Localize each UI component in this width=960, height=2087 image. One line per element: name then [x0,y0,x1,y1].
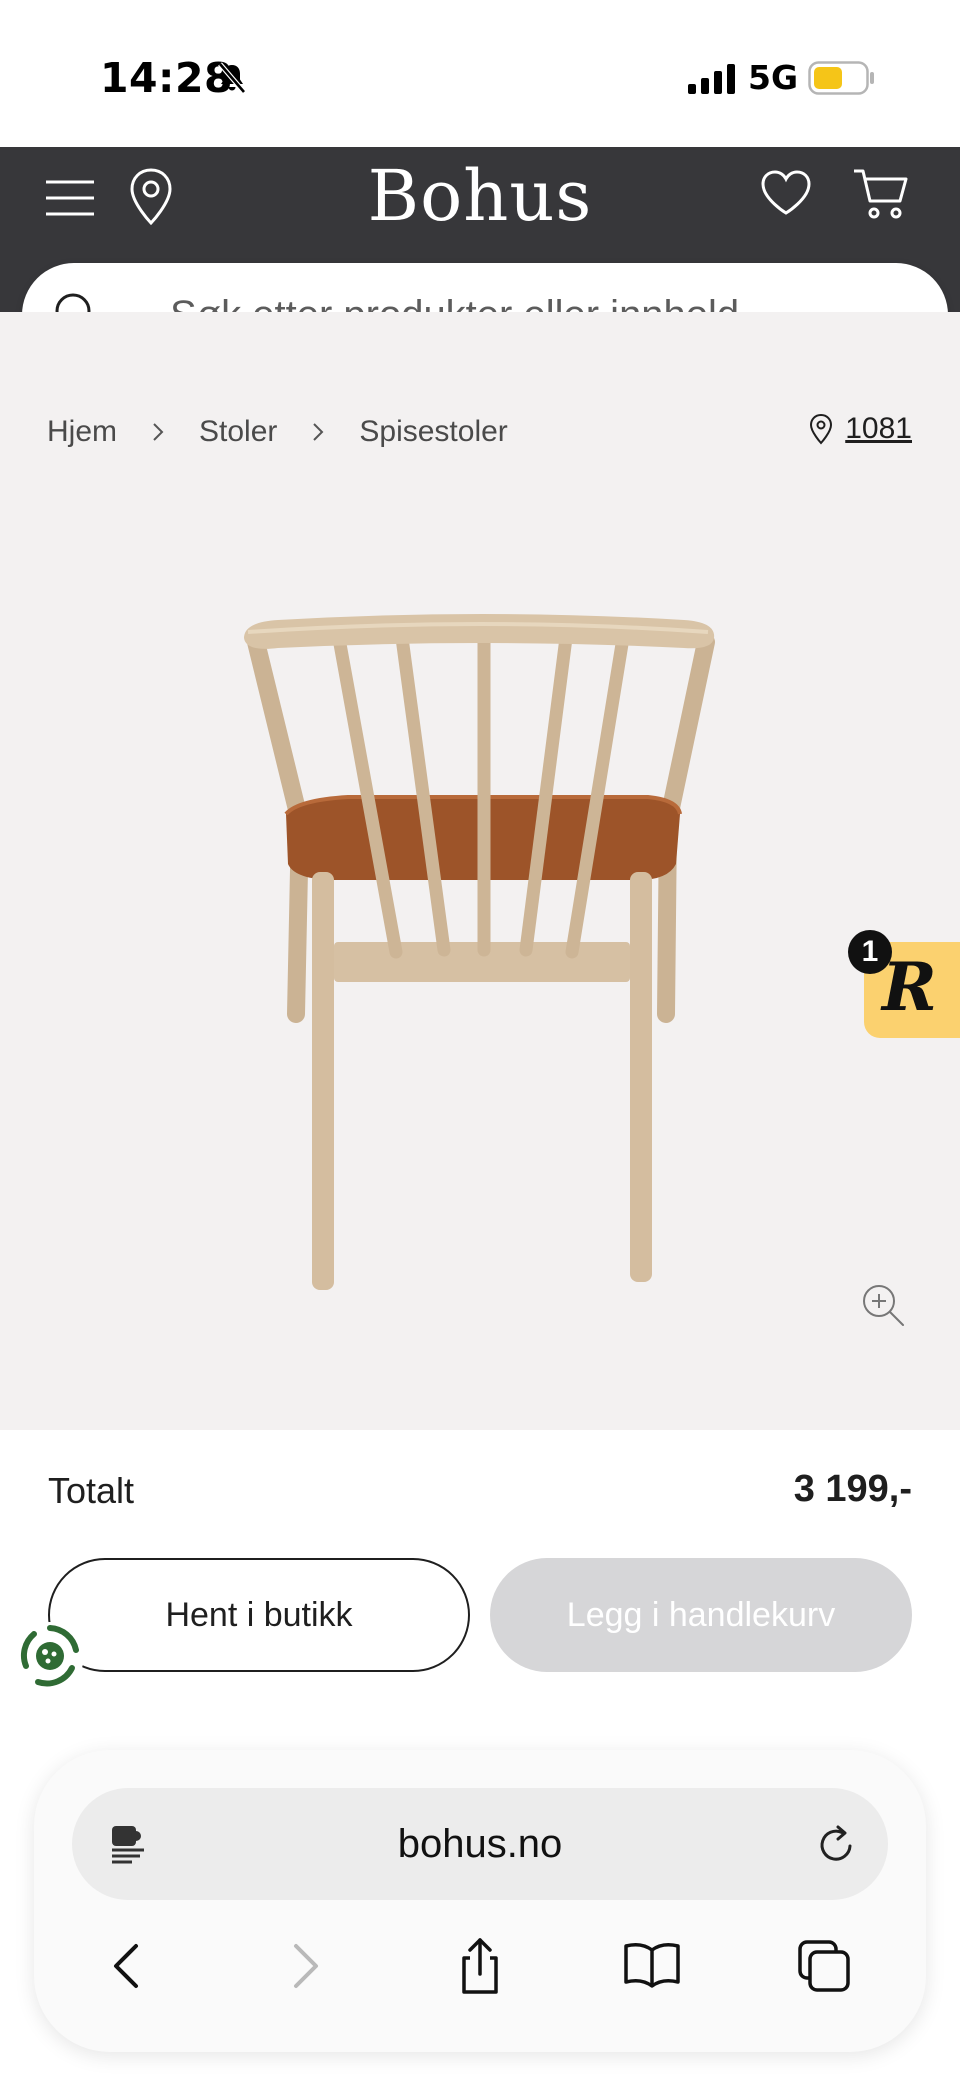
total-price: 3 199,- [793,1468,912,1510]
product-image[interactable] [238,602,724,1312]
status-bar: 14:28 5G [0,0,960,147]
network-type: 5G [748,58,799,97]
chevron-right-icon [313,423,324,441]
tabs-icon[interactable] [794,1936,854,1996]
chevron-right-icon [153,423,164,441]
purchase-panel: Totalt 3 199,- Hent i butikk Legg i hand… [0,1430,960,1750]
store-code[interactable]: 1081 [845,412,912,446]
reload-icon[interactable] [816,1824,858,1866]
browser-toolbar: bohus.no [34,1750,926,2052]
pickup-in-store-button[interactable]: Hent i butikk [48,1558,470,1672]
reward-count-badge: 1 [848,930,892,974]
url-text[interactable]: bohus.no [72,1788,888,1900]
breadcrumb-home[interactable]: Hjem [47,415,117,449]
location-pin-icon [810,413,833,445]
address-bar[interactable]: bohus.no [72,1788,888,1900]
cell-signal-icon [688,64,735,94]
bookmarks-icon[interactable] [622,1936,682,1996]
product-area: Hjem Stoler Spisestoler 1081 R 1 [0,312,960,1430]
forward-icon [294,1944,318,1988]
breadcrumb-chairs[interactable]: Stoler [199,415,277,449]
add-to-cart-button[interactable]: Legg i handlekurv [490,1558,912,1672]
zoom-in-icon[interactable] [860,1282,906,1328]
battery-icon [808,61,874,95]
share-icon[interactable] [450,1936,510,1996]
recycle-badge-icon[interactable] [14,1620,86,1692]
breadcrumb: Hjem Stoler Spisestoler [47,412,508,452]
breadcrumb-dining-chairs[interactable]: Spisestoler [359,415,507,449]
total-label: Totalt [48,1470,135,1511]
store-selector[interactable]: 1081 [809,412,912,446]
brand-logo[interactable]: Bohus [0,155,960,237]
bell-muted-icon [218,62,246,94]
heart-icon[interactable] [760,169,812,217]
cart-icon[interactable] [852,167,910,221]
back-icon[interactable] [98,1936,158,1996]
